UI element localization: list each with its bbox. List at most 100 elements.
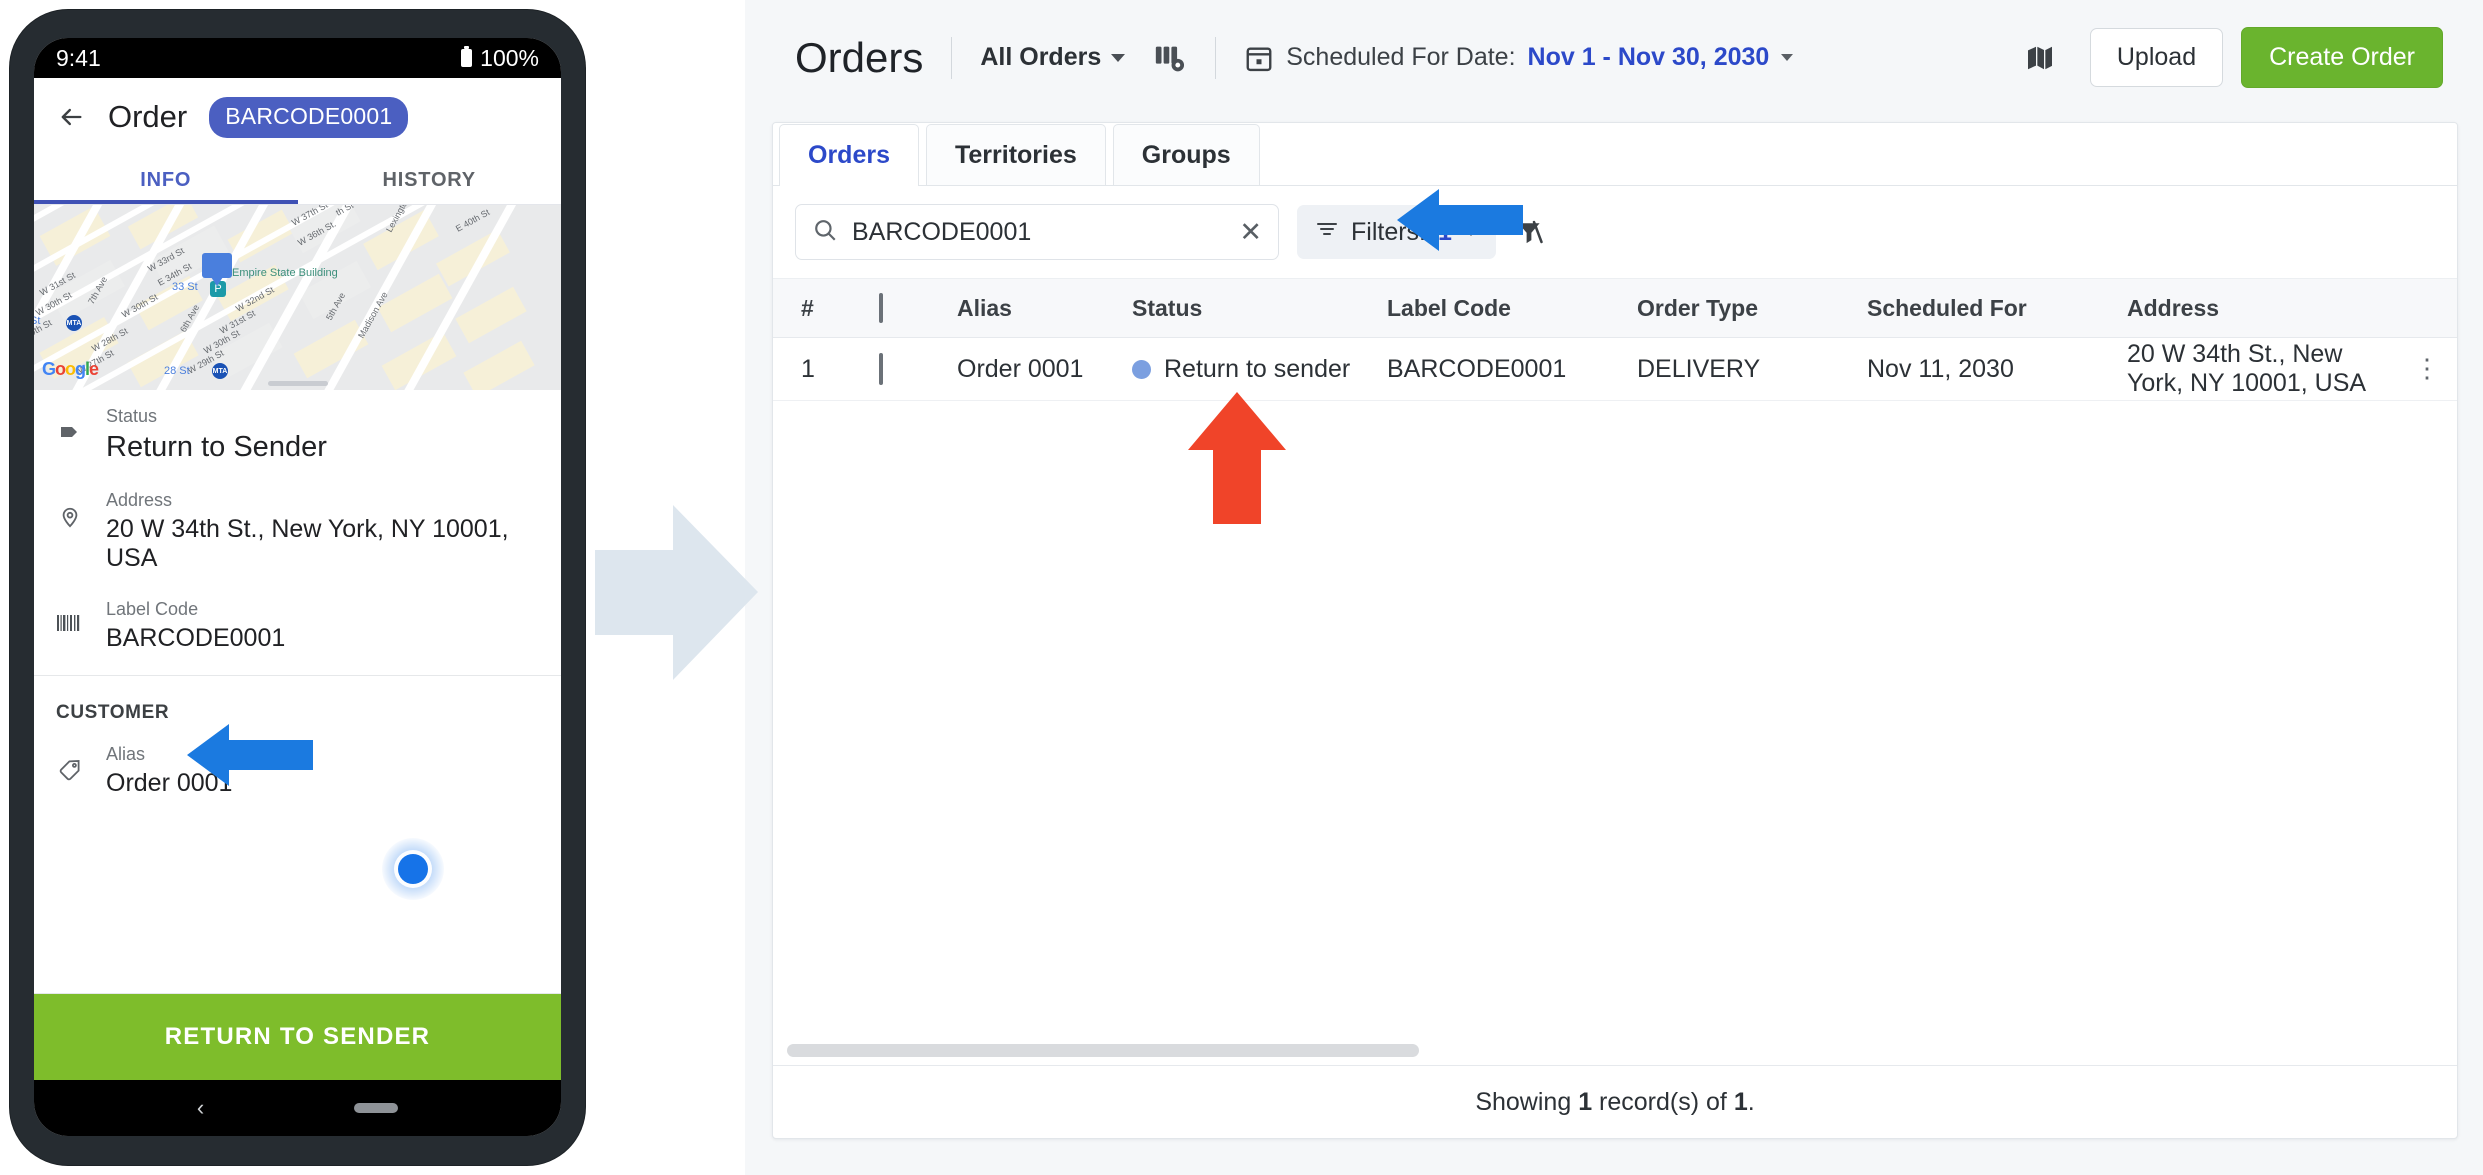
location-icon — [56, 504, 84, 530]
horizontal-scrollbar[interactable] — [773, 1035, 2457, 1065]
barcode-badge: BARCODE0001 — [209, 96, 409, 138]
map-label: E 40th St — [454, 207, 492, 234]
phone-tabs: INFO HISTORY — [34, 156, 561, 205]
return-to-sender-button[interactable]: RETURN TO SENDER — [34, 993, 561, 1080]
detail-row-label-code: Label Code BARCODE0001 — [34, 583, 561, 663]
table-footer: Showing 1 record(s) of 1. — [773, 1065, 2457, 1138]
card-tabs: Orders Territories Groups — [773, 123, 2457, 186]
scheduled-date-value: Nov 1 - Nov 30, 2030 — [1527, 43, 1770, 71]
hand-cursor-icon — [419, 870, 503, 989]
status-text: Return to sender — [1164, 354, 1351, 383]
mta-icon: MTA — [212, 363, 228, 379]
columns-settings-icon[interactable] — [1153, 41, 1187, 75]
orders-table: # Alias Status Label Code Order Type Sch… — [773, 279, 2457, 1065]
desktop-header: Orders All Orders Scheduled For Date: No… — [745, 0, 2483, 115]
close-icon[interactable]: ✕ — [1239, 217, 1262, 248]
cell-scheduled-for: Nov 11, 2030 — [1867, 354, 2014, 383]
header-divider-2 — [1215, 36, 1217, 79]
nav-home-pill-icon[interactable] — [354, 1103, 399, 1113]
table-empty-area — [773, 401, 2457, 1035]
upload-button[interactable]: Upload — [2089, 28, 2224, 87]
tab-active-underline — [34, 200, 298, 204]
scheduled-date-filter[interactable]: Scheduled For Date: Nov 1 - Nov 30, 2030 — [1244, 43, 1794, 73]
map-station-label: St — [34, 315, 41, 327]
barcode-icon — [56, 613, 84, 633]
nav-back-icon[interactable]: ‹ — [197, 1095, 204, 1121]
row-checkbox[interactable] — [879, 352, 883, 385]
column-header-alias[interactable]: Alias — [957, 295, 1132, 322]
table-header-row: # Alias Status Label Code Order Type Sch… — [773, 279, 2457, 338]
table-toolbar: BARCODE0001 ✕ Filters: 1 — [773, 186, 2457, 279]
kebab-menu-icon[interactable]: ⋮ — [2397, 356, 2457, 381]
all-orders-dropdown[interactable]: All Orders — [980, 43, 1126, 72]
transition-arrow-icon — [595, 505, 758, 680]
scrollbar-thumb[interactable] — [787, 1043, 1420, 1057]
detail-row-address: Address 20 W 34th St., New York, NY 1000… — [34, 474, 561, 583]
detail-label: Status — [106, 406, 158, 426]
detail-value-status: Return to Sender — [106, 431, 327, 463]
column-header-status[interactable]: Status — [1132, 295, 1387, 322]
map-station-label: 33 St — [172, 281, 198, 293]
calendar-icon — [1244, 43, 1274, 73]
orders-card: Orders Territories Groups BARCODE0001 ✕ … — [772, 122, 2458, 1139]
column-header-address[interactable]: Address — [2127, 295, 2397, 322]
cell-label-code: BARCODE0001 — [1387, 354, 1567, 383]
status-right-cluster: 100% — [461, 45, 539, 72]
column-header-order-type[interactable]: Order Type — [1637, 295, 1867, 322]
table-row[interactable]: 1 Order 0001 Return to sender BARCODE000… — [773, 338, 2457, 401]
mta-icon: MTA — [66, 315, 82, 331]
google-logo: Google — [42, 359, 99, 379]
back-arrow-icon[interactable] — [56, 102, 86, 132]
callout-arrow-left-icon — [187, 724, 313, 786]
status-time: 9:41 — [56, 44, 101, 71]
tab-territories[interactable]: Territories — [925, 124, 1106, 185]
detail-value-label-code: BARCODE0001 — [106, 624, 286, 652]
tab-info[interactable]: INFO — [34, 156, 298, 204]
row-number: 1 — [801, 354, 815, 383]
cell-address: 20 W 34th St., New York, NY 10001, USA — [2127, 340, 2367, 397]
search-value[interactable]: BARCODE0001 — [852, 218, 1225, 247]
create-order-button[interactable]: Create Order — [2241, 27, 2443, 88]
column-header-scheduled-for[interactable]: Scheduled For — [1867, 295, 2127, 322]
chevron-down-icon — [1781, 54, 1794, 61]
cell-order-type: DELIVERY — [1637, 354, 1761, 383]
select-all-checkbox[interactable] — [879, 292, 883, 323]
detail-label: Address — [106, 490, 173, 510]
chevron-down-icon — [1111, 53, 1126, 62]
battery-percent: 100% — [480, 44, 539, 71]
map-pin-icon — [202, 253, 232, 286]
map-station-label: 28 St — [164, 365, 190, 377]
footer-middle: record(s) of — [1599, 1087, 1727, 1116]
search-input[interactable]: BARCODE0001 ✕ — [795, 204, 1279, 260]
map-icon[interactable] — [2024, 42, 2056, 74]
tag-icon — [56, 420, 84, 444]
search-icon — [812, 217, 838, 248]
row-select-cell[interactable] — [879, 352, 957, 385]
column-header-select-all[interactable] — [879, 292, 957, 323]
scheduled-date-label: Scheduled For Date: — [1286, 43, 1516, 71]
status-badge — [1132, 359, 1151, 379]
column-header-label-code[interactable]: Label Code — [1387, 295, 1637, 322]
detail-row-status: Status Return to Sender — [34, 390, 561, 474]
detail-value-address: 20 W 34th St., New York, NY 10001, USA — [106, 515, 509, 572]
footer-suffix: . — [1747, 1087, 1755, 1116]
cell-status: Return to sender — [1132, 355, 1387, 384]
header-divider — [951, 36, 953, 79]
phone-map[interactable]: W 31st St W 30th St 9th St W 33rd St W 3… — [34, 205, 561, 390]
phone-device-frame: 9:41 100% Order BARCODE0001 INFO HISTORY — [10, 10, 585, 1165]
cell-alias: Order 0001 — [957, 354, 1084, 383]
map-poi-label: Empire State Building — [232, 267, 338, 279]
all-orders-label: All Orders — [980, 43, 1102, 71]
footer-total: 1 — [1733, 1087, 1748, 1116]
tab-orders[interactable]: Orders — [779, 124, 919, 186]
page-title: Orders — [795, 33, 924, 81]
bottom-sheet-handle[interactable] — [267, 381, 328, 386]
desktop-panel: Orders All Orders Scheduled For Date: No… — [745, 0, 2483, 1175]
tab-groups[interactable]: Groups — [1112, 124, 1260, 185]
android-nav-bar: ‹ — [34, 1080, 561, 1136]
tab-history[interactable]: HISTORY — [298, 156, 562, 204]
phone-status-bar: 9:41 100% — [34, 38, 561, 78]
battery-full-icon — [461, 46, 473, 67]
price-tag-icon — [56, 758, 84, 782]
column-header-number: # — [801, 294, 814, 321]
